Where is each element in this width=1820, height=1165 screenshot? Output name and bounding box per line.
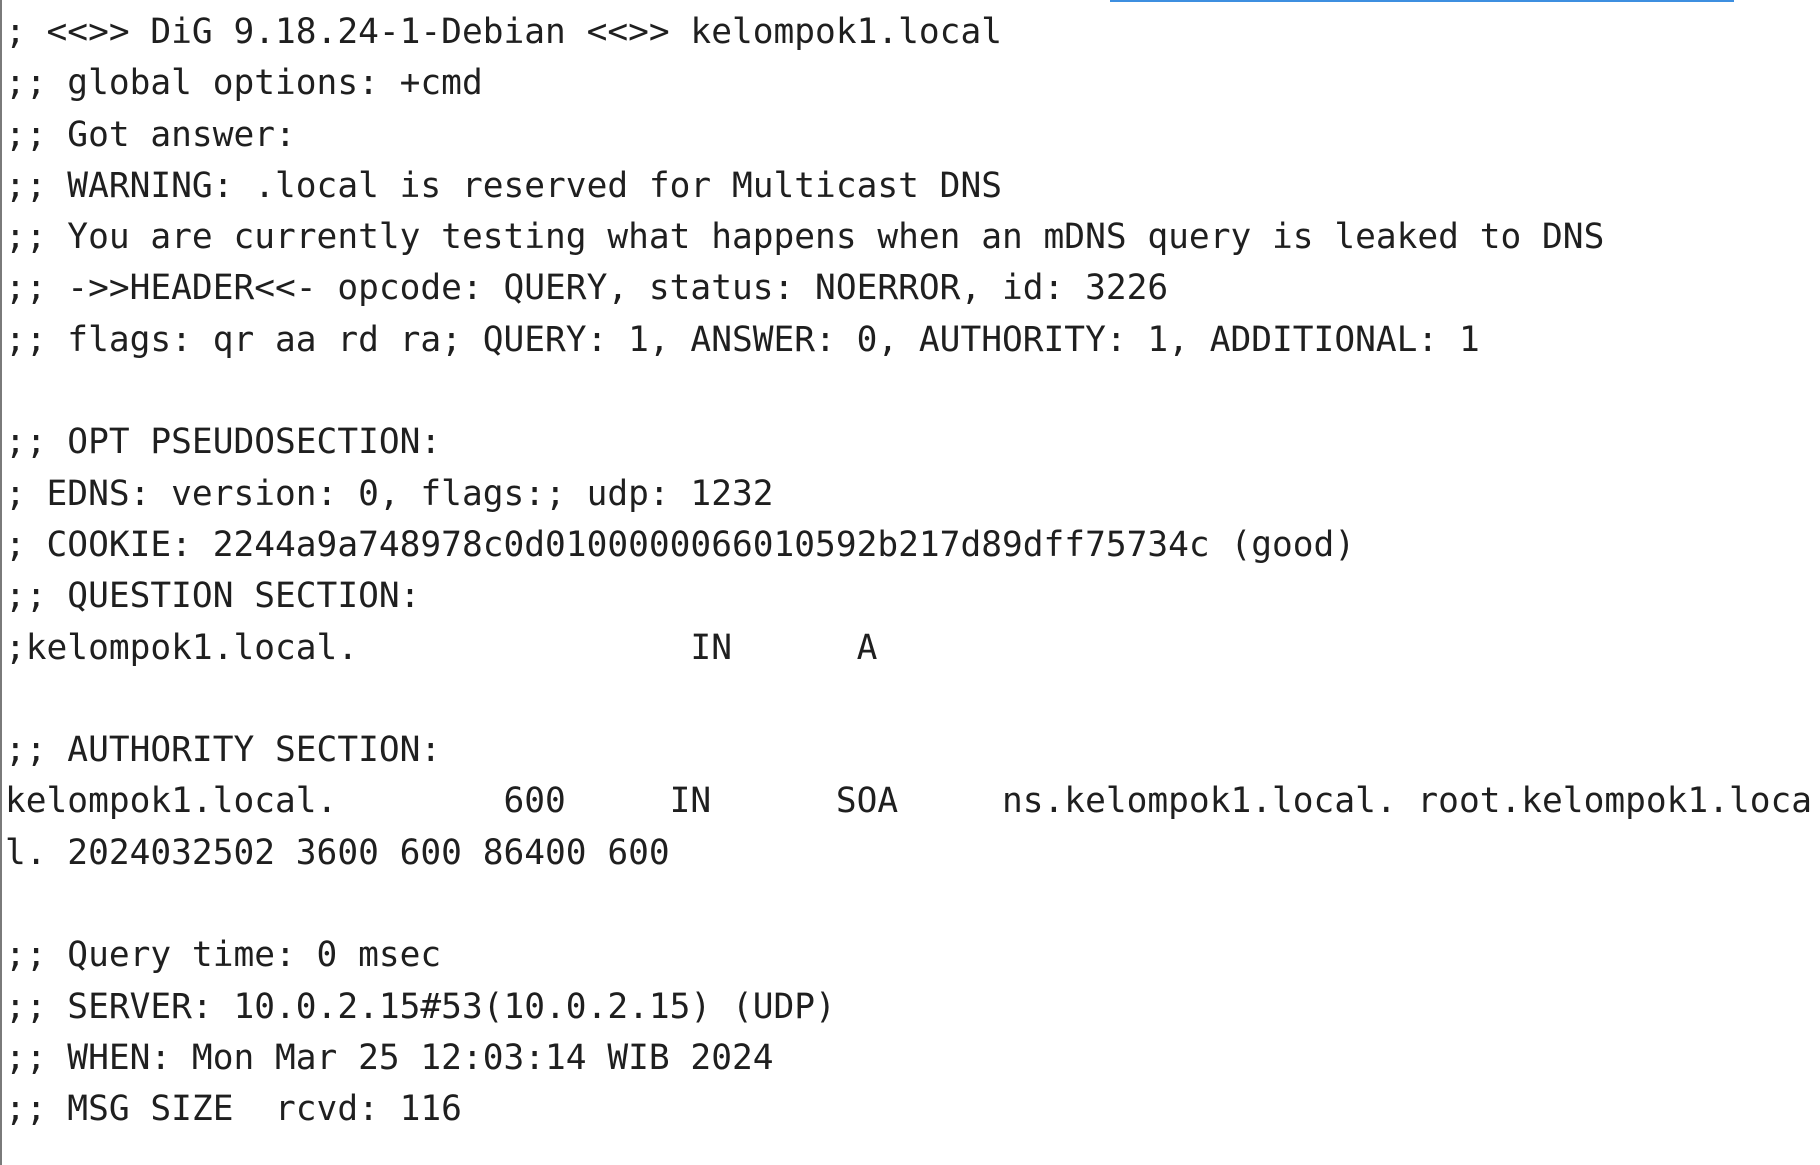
output-line: ;; QUESTION SECTION: (5, 576, 421, 617)
output-line: ;; SERVER: 10.0.2.15#53(10.0.2.15) (UDP) (5, 986, 836, 1027)
output-line: l. 2024032502 3600 600 86400 600 (5, 832, 670, 873)
title-bar-accent (1110, 0, 1734, 2)
output-line: ;; MSG SIZE rcvd: 116 (5, 1089, 462, 1130)
output-line: ;; Got answer: (5, 114, 296, 155)
output-line: ;; AUTHORITY SECTION: (5, 730, 442, 771)
output-line: ; COOKIE: 2244a9a748978c0d01000000660105… (5, 524, 1356, 565)
terminal-output[interactable]: ; <<>> DiG 9.18.24-1-Debian <<>> kelompo… (5, 7, 1812, 1136)
output-line: ;; WARNING: .local is reserved for Multi… (5, 165, 1002, 206)
output-line: ;kelompok1.local. IN A (5, 627, 878, 668)
output-line: ;; WHEN: Mon Mar 25 12:03:14 WIB 2024 (5, 1037, 774, 1078)
output-line: ;; global options: +cmd (5, 63, 483, 104)
output-line: ; EDNS: version: 0, flags:; udp: 1232 (5, 473, 774, 514)
output-line: ;; Query time: 0 msec (5, 935, 442, 976)
terminal-window[interactable]: ; <<>> DiG 9.18.24-1-Debian <<>> kelompo… (0, 0, 1820, 1165)
output-line: ;; flags: qr aa rd ra; QUERY: 1, ANSWER:… (5, 319, 1480, 360)
output-line: kelompok1.local. 600 IN SOA ns.kelompok1… (5, 781, 1813, 822)
output-line: ;; You are currently testing what happen… (5, 217, 1605, 258)
output-line: ;; OPT PSEUDOSECTION: (5, 422, 442, 463)
output-line: ;; ->>HEADER<<- opcode: QUERY, status: N… (5, 268, 1169, 309)
output-line: ; <<>> DiG 9.18.24-1-Debian <<>> kelompo… (5, 12, 1002, 52)
